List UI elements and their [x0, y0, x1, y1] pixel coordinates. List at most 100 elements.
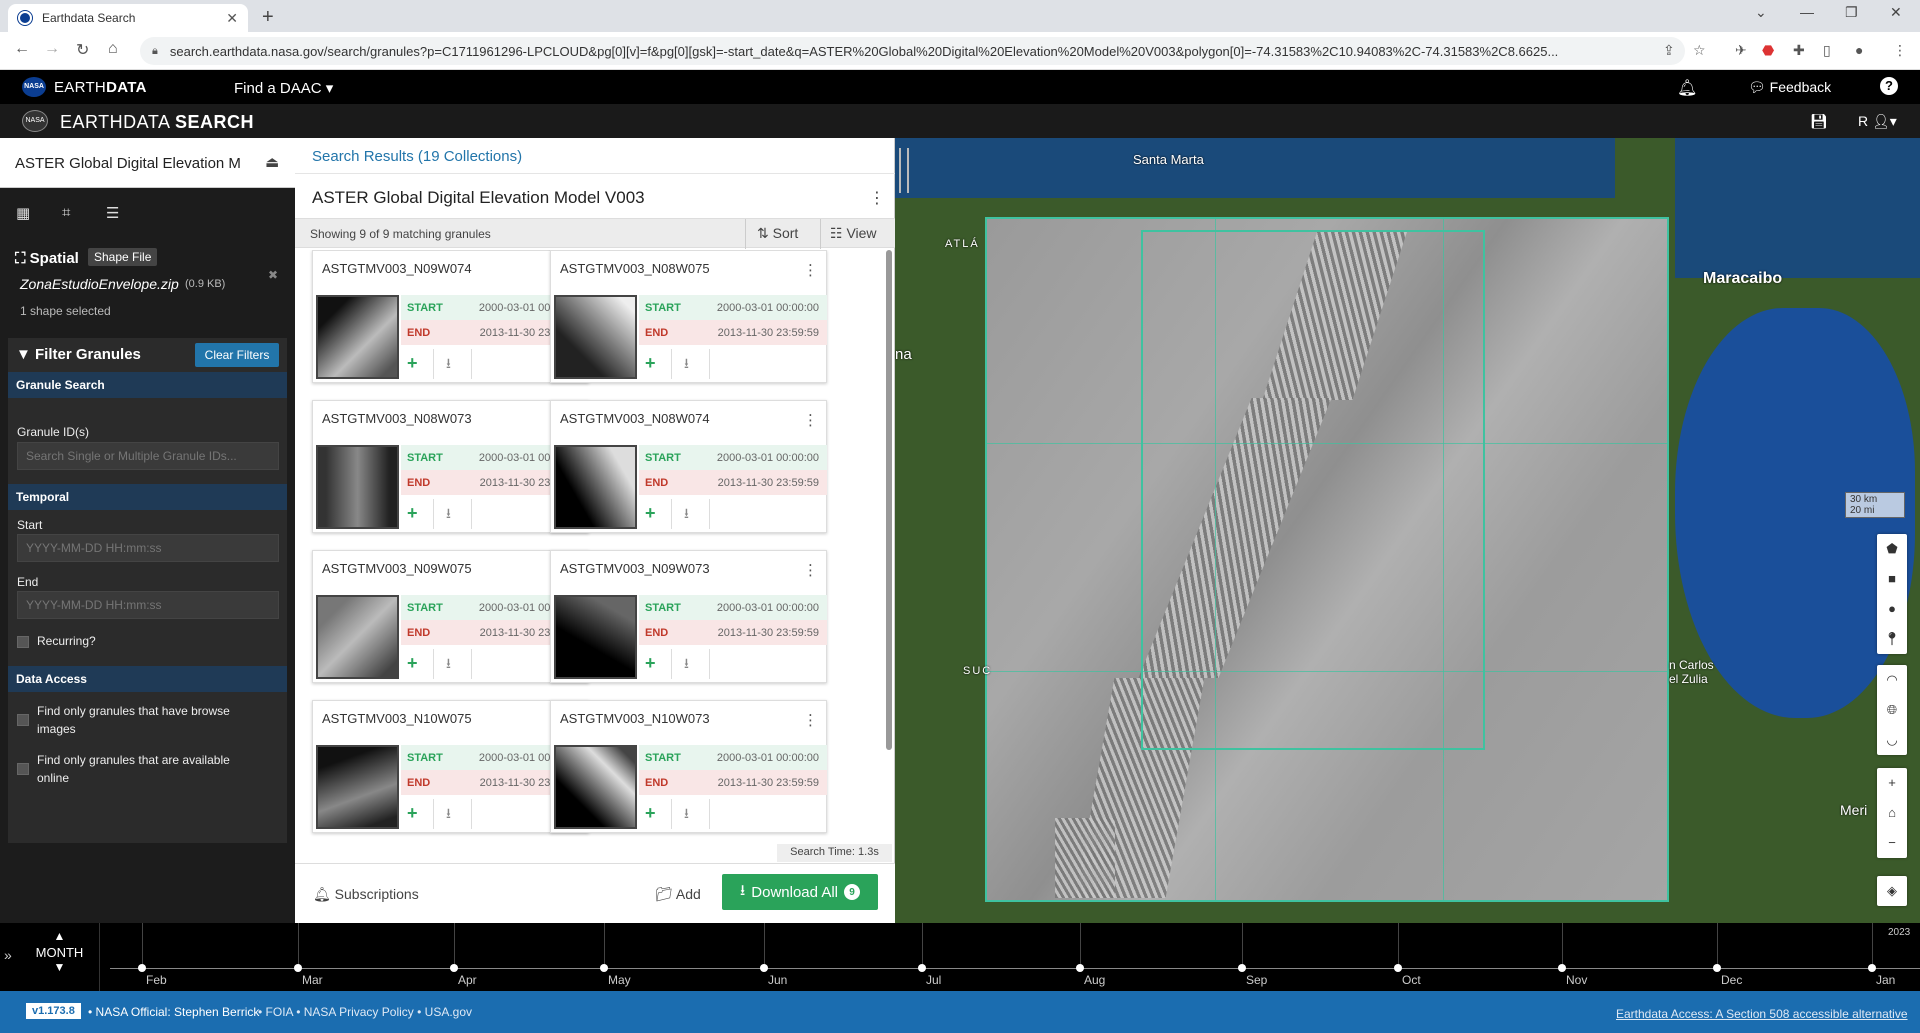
draw-circle-icon[interactable]: ●: [1877, 594, 1907, 624]
profile-avatar[interactable]: ●: [1855, 42, 1863, 58]
new-tab-button[interactable]: +: [262, 6, 274, 29]
help-icon[interactable]: ?: [1880, 77, 1898, 95]
window-close-icon[interactable]: ✕: [1890, 4, 1902, 21]
add-granule-icon[interactable]: +: [645, 803, 656, 824]
timeline-month-marker[interactable]: [918, 964, 926, 972]
granule-more-icon[interactable]: ⋮: [803, 561, 818, 579]
timeline-month-marker[interactable]: [1076, 964, 1084, 972]
timeline-month-marker[interactable]: [1868, 964, 1876, 972]
earthdata-search-title[interactable]: EARTHDATA SEARCH: [60, 112, 254, 133]
home-icon[interactable]: ⌂: [108, 40, 118, 58]
find-daac-menu[interactable]: Find a DAAC ▾: [234, 79, 333, 97]
add-granule-icon[interactable]: +: [645, 353, 656, 374]
granule-card[interactable]: ASTGTMV003_N08W073⋮START2000-03-01 00:00…: [312, 400, 589, 533]
timeline-axis[interactable]: [110, 968, 1920, 969]
timeline-month-marker[interactable]: [138, 964, 146, 972]
collection-search-input[interactable]: ASTER Global Digital Elevation Mo: [15, 155, 240, 172]
bookmark-star-icon[interactable]: ☆: [1693, 42, 1706, 59]
timeline-month-marker[interactable]: [1394, 964, 1402, 972]
download-granule-icon[interactable]: ⭳: [684, 653, 689, 677]
geographic-globe-icon[interactable]: 🌐︎: [1877, 695, 1907, 725]
add-granule-icon[interactable]: +: [407, 653, 418, 674]
reload-icon[interactable]: ↻: [76, 40, 89, 60]
earthdata-brand[interactable]: EARTHDATA: [54, 79, 147, 96]
online-only-checkbox[interactable]: [17, 763, 29, 775]
granule-thumbnail[interactable]: [316, 295, 399, 379]
url-input[interactable]: 🔒︎ search.earthdata.nasa.gov/search/gran…: [140, 37, 1685, 65]
timeline-month-marker[interactable]: [600, 964, 608, 972]
sidepanel-icon[interactable]: ▯: [1823, 42, 1831, 59]
adblock-icon[interactable]: ⬣: [1762, 42, 1774, 59]
minimize-icon[interactable]: —: [1800, 4, 1814, 20]
restore-icon[interactable]: ❐: [1845, 4, 1858, 21]
extension-icon[interactable]: ✈: [1735, 42, 1747, 59]
collapse-timeline-icon[interactable]: »: [4, 947, 12, 963]
download-granule-icon[interactable]: ⭳: [446, 353, 451, 377]
clear-search-icon[interactable]: ⏏: [265, 153, 279, 171]
nasa-logo-icon[interactable]: NASA: [22, 110, 48, 132]
footer-links[interactable]: • FOIA • NASA Privacy Policy • USA.gov: [258, 1005, 472, 1019]
download-all-button[interactable]: ⭳ Download All 9: [722, 874, 878, 910]
feedback-link[interactable]: 💬︎ Feedback: [1748, 79, 1831, 96]
add-granule-icon[interactable]: +: [645, 503, 656, 524]
granule-thumbnail[interactable]: [554, 745, 637, 829]
granule-card[interactable]: ASTGTMV003_N08W075 ⋮ START 2000-03-01 00:00…: [550, 250, 827, 383]
granule-thumbnail[interactable]: [316, 745, 399, 829]
download-granule-icon[interactable]: ⭳: [446, 653, 451, 677]
granule-card[interactable]: ASTGTMV003_N09W073 ⋮ START 2000-03-01 00:00…: [550, 550, 827, 683]
recurring-checkbox[interactable]: [17, 636, 29, 648]
forward-icon[interactable]: →: [44, 40, 60, 58]
south-polar-icon[interactable]: ◡: [1877, 725, 1907, 755]
collection-more-icon[interactable]: ⋮: [869, 188, 885, 208]
granule-more-icon[interactable]: ⋮: [803, 711, 818, 729]
end-date-input[interactable]: [17, 591, 279, 619]
north-polar-icon[interactable]: ◠: [1877, 665, 1907, 695]
zoom-out-icon[interactable]: −: [1877, 828, 1907, 858]
granule-thumbnail[interactable]: [554, 595, 637, 679]
puzzle-icon[interactable]: ✚: [1793, 42, 1805, 59]
spatial-crop-icon[interactable]: ⌗: [62, 204, 70, 221]
granule-card[interactable]: ASTGTMV003_N09W074⋮START2000-03-01 00:00…: [312, 250, 589, 383]
draw-polygon-icon[interactable]: ⬟: [1877, 534, 1907, 564]
share-icon[interactable]: ⇪: [1663, 42, 1675, 59]
notifications-bell-icon[interactable]: 🔔︎: [1677, 78, 1697, 98]
panel-resize-handle[interactable]: [899, 148, 909, 193]
subscriptions-button[interactable]: 🔔︎ Subscriptions: [313, 886, 419, 903]
granule-thumbnail[interactable]: [316, 595, 399, 679]
download-granule-icon[interactable]: ⭳: [684, 353, 689, 377]
nasa-logo-icon[interactable]: NASA: [22, 77, 46, 97]
granule-card[interactable]: ASTGTMV003_N09W075⋮START2000-03-01 00:00…: [312, 550, 589, 683]
granule-thumbnail[interactable]: [554, 445, 637, 529]
browser-tab[interactable]: Earthdata Search ✕: [8, 4, 248, 32]
back-icon[interactable]: ←: [14, 40, 30, 58]
add-granule-icon[interactable]: +: [407, 803, 418, 824]
save-project-icon[interactable]: 💾︎: [1810, 113, 1828, 130]
tab-close-button[interactable]: ✕: [226, 10, 238, 27]
browse-only-checkbox[interactable]: [17, 714, 29, 726]
map-view[interactable]: Santa Marta Maracaibo ATLÁ na SUC n Carl…: [895, 138, 1920, 923]
timeline-month-marker[interactable]: [760, 964, 768, 972]
granule-thumbnail[interactable]: [554, 295, 637, 379]
spatial-polygon[interactable]: [1141, 230, 1485, 750]
zoom-in-icon[interactable]: +: [1877, 768, 1907, 798]
granule-ids-input[interactable]: [17, 442, 279, 470]
home-extent-icon[interactable]: ⌂: [1877, 798, 1907, 828]
add-to-project-button[interactable]: 📁︎ Add: [655, 886, 701, 903]
download-granule-icon[interactable]: ⭳: [446, 803, 451, 827]
add-granule-icon[interactable]: +: [407, 353, 418, 374]
search-results-breadcrumb[interactable]: Search Results (19 Collections): [312, 148, 522, 165]
download-granule-icon[interactable]: ⭳: [684, 503, 689, 527]
timeline-month-marker[interactable]: [1238, 964, 1246, 972]
sort-button[interactable]: ⇅ Sort: [757, 225, 798, 242]
view-button[interactable]: ☷ View: [830, 225, 877, 242]
browser-menu-icon[interactable]: ⋮: [1893, 42, 1907, 59]
granule-card[interactable]: ASTGTMV003_N10W075⋮START2000-03-01 00:00…: [312, 700, 589, 833]
timeline-month-marker[interactable]: [1558, 964, 1566, 972]
user-menu[interactable]: R 👤︎▾: [1858, 113, 1897, 130]
granule-card[interactable]: ASTGTMV003_N10W073 ⋮ START 2000-03-01 00:00…: [550, 700, 827, 833]
timeline-month-marker[interactable]: [1713, 964, 1721, 972]
add-granule-icon[interactable]: +: [645, 653, 656, 674]
timeline-month-marker[interactable]: [450, 964, 458, 972]
granule-card[interactable]: ASTGTMV003_N08W074 ⋮ START 2000-03-01 00:00…: [550, 400, 827, 533]
remove-spatial-icon[interactable]: ✖: [268, 268, 278, 282]
